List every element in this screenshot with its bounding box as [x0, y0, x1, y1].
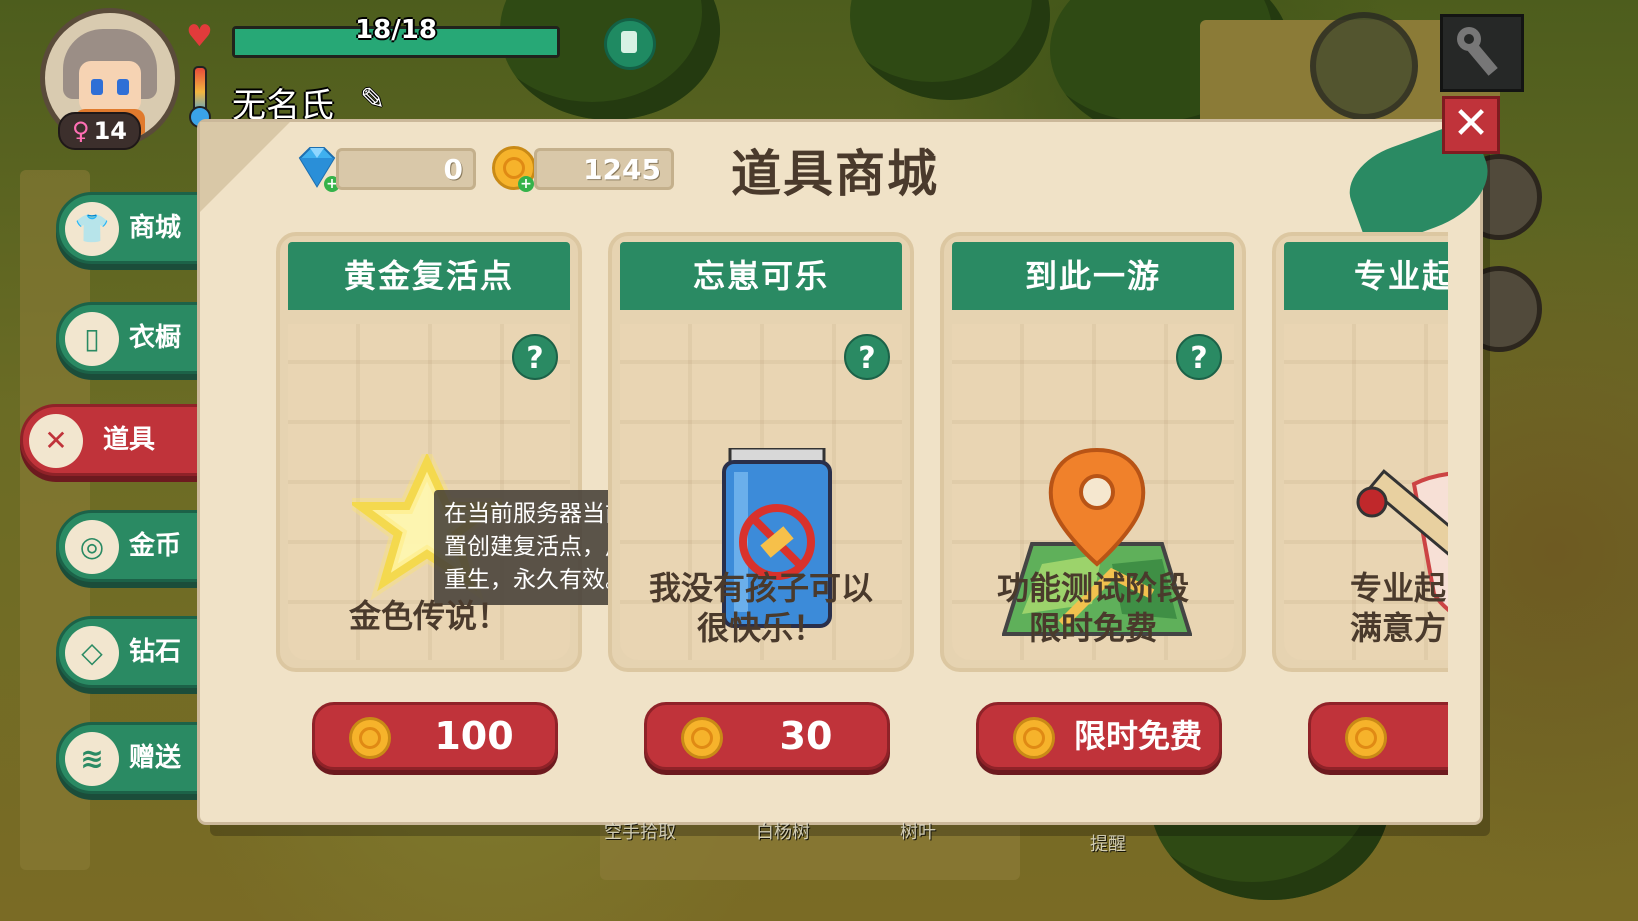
buy-button[interactable]: 100: [312, 702, 558, 770]
add-coins-icon[interactable]: +: [518, 176, 534, 192]
card-description: 专业起 满意方: [1284, 568, 1448, 648]
diamond-icon: ◇: [65, 626, 119, 680]
shirt-icon: 👕: [65, 202, 119, 256]
card-title: 忘崽可乐: [620, 242, 902, 310]
wrench-icon: [1457, 27, 1498, 76]
buy-button[interactable]: 30: [644, 702, 890, 770]
price-text: 100: [434, 714, 514, 758]
card-description-line: 功能测试阶段: [996, 569, 1189, 607]
tools-icon: ✕: [29, 414, 83, 468]
menu-item-label: 金币: [129, 531, 182, 561]
coin-balance: 1245: [534, 148, 674, 190]
menu-item-wardrobe[interactable]: ▯ 衣橱: [56, 302, 206, 374]
gift-icon: ≋: [65, 732, 119, 786]
price-text: 30: [779, 714, 833, 758]
item-card-carousel[interactable]: 黄金复活点 ? 在当前服务器当前位置创建复活点，用于重生，永久有效。 金色传说！…: [270, 232, 1448, 792]
menu-item-label: 道具: [103, 425, 156, 455]
bottle-button[interactable]: [604, 18, 656, 70]
item-card-checkin[interactable]: 到此一游 ? 功能测试阶段 限时免费 限时免费: [940, 232, 1246, 770]
card-description-line: 限时免费: [1028, 609, 1157, 647]
menu-item-label: 衣橱: [129, 323, 182, 353]
coin-icon: ◎: [65, 520, 119, 574]
reminder-label: 提醒: [1090, 834, 1126, 855]
card-body: ? 功能测试阶段 限时免费: [952, 324, 1234, 660]
settings-wrench-button[interactable]: [1440, 14, 1524, 92]
card-description: 金色传说！: [288, 596, 570, 636]
card-description-line: 专业起: [1350, 569, 1447, 607]
card-title: 到此一游: [952, 242, 1234, 310]
card-description-line: 金色传说！: [348, 597, 509, 635]
shop-title: 道具商城: [731, 145, 939, 203]
diamond-balance: 0: [336, 148, 476, 190]
level-badge: ♀ 14: [58, 112, 141, 150]
item-card-partial[interactable]: 专业起 专业起 满意方 3: [1272, 232, 1448, 770]
panel-corner-fold: [200, 122, 290, 212]
hp-bar: 18/18: [232, 15, 560, 58]
hotbar-slot-label: 空手拾取: [604, 822, 676, 843]
menu-item-label: 赠送: [129, 743, 182, 773]
card-title: 专业起: [1284, 242, 1448, 310]
female-icon: ♀: [72, 117, 90, 145]
coin-icon: [349, 717, 391, 759]
card-description-line: 我没有孩子可以: [648, 569, 873, 607]
edit-name-pencil-icon[interactable]: ✎: [360, 82, 396, 118]
help-icon[interactable]: ?: [844, 334, 890, 380]
card-description: 功能测试阶段 限时免费: [952, 568, 1234, 648]
menu-item-shop[interactable]: 👕 商城: [56, 192, 206, 264]
card-body: 专业起 满意方: [1284, 324, 1448, 660]
wardrobe-icon: ▯: [65, 312, 119, 366]
menu-item-gift[interactable]: ≋ 赠送: [56, 722, 206, 794]
menu-item-tools[interactable]: ✕ 道具: [20, 404, 206, 476]
card-description-line: 满意方: [1350, 609, 1447, 647]
help-icon[interactable]: ?: [512, 334, 558, 380]
card-description-line: 很快乐！: [696, 609, 825, 647]
close-icon: ✕: [1452, 98, 1490, 149]
close-button[interactable]: ✕: [1442, 96, 1500, 154]
price-text: 3: [1399, 705, 1448, 767]
card-title: 黄金复活点: [288, 242, 570, 310]
hotbar-slot-label: 树叶: [900, 822, 936, 843]
coin-icon: [1345, 717, 1387, 759]
card-body: ? 在当前服务器当前位置创建复活点，用于重生，永久有效。 金色传说！: [288, 324, 662, 660]
coin-icon: [1013, 717, 1055, 759]
price-text: 限时免费: [1073, 717, 1202, 755]
card-body: ? 我没有孩子可以 很快乐！: [620, 324, 902, 660]
item-card-golden-respawn[interactable]: 黄金复活点 ? 在当前服务器当前位置创建复活点，用于重生，永久有效。 金色传说！…: [276, 232, 662, 770]
bottle-icon: [621, 31, 637, 53]
buy-button[interactable]: 限时免费: [976, 702, 1222, 770]
diamond-value: 0: [443, 153, 463, 186]
card-description: 我没有孩子可以 很快乐！: [620, 568, 902, 648]
hp-text: 18/18: [355, 15, 437, 45]
menu-item-diamonds[interactable]: ◇ 钻石: [56, 616, 206, 688]
help-icon[interactable]: ?: [1176, 334, 1222, 380]
player-name: 无名氏: [232, 86, 334, 126]
buy-button[interactable]: 3: [1308, 702, 1448, 770]
menu-item-coins[interactable]: ◎ 金币: [56, 510, 206, 582]
level-value: 14: [93, 117, 127, 145]
menu-item-label: 商城: [129, 213, 182, 243]
coin-icon: [681, 717, 723, 759]
coin-value: 1245: [583, 153, 661, 186]
heart-icon: ♥: [186, 19, 213, 54]
hotbar-slot-label: 白杨树: [756, 822, 810, 843]
item-card-cola[interactable]: 忘崽可乐 ? 我没有孩子可以 很快乐！ 30: [608, 232, 914, 770]
menu-item-label: 钻石: [129, 637, 182, 667]
action-circle-button[interactable]: [1310, 12, 1418, 120]
